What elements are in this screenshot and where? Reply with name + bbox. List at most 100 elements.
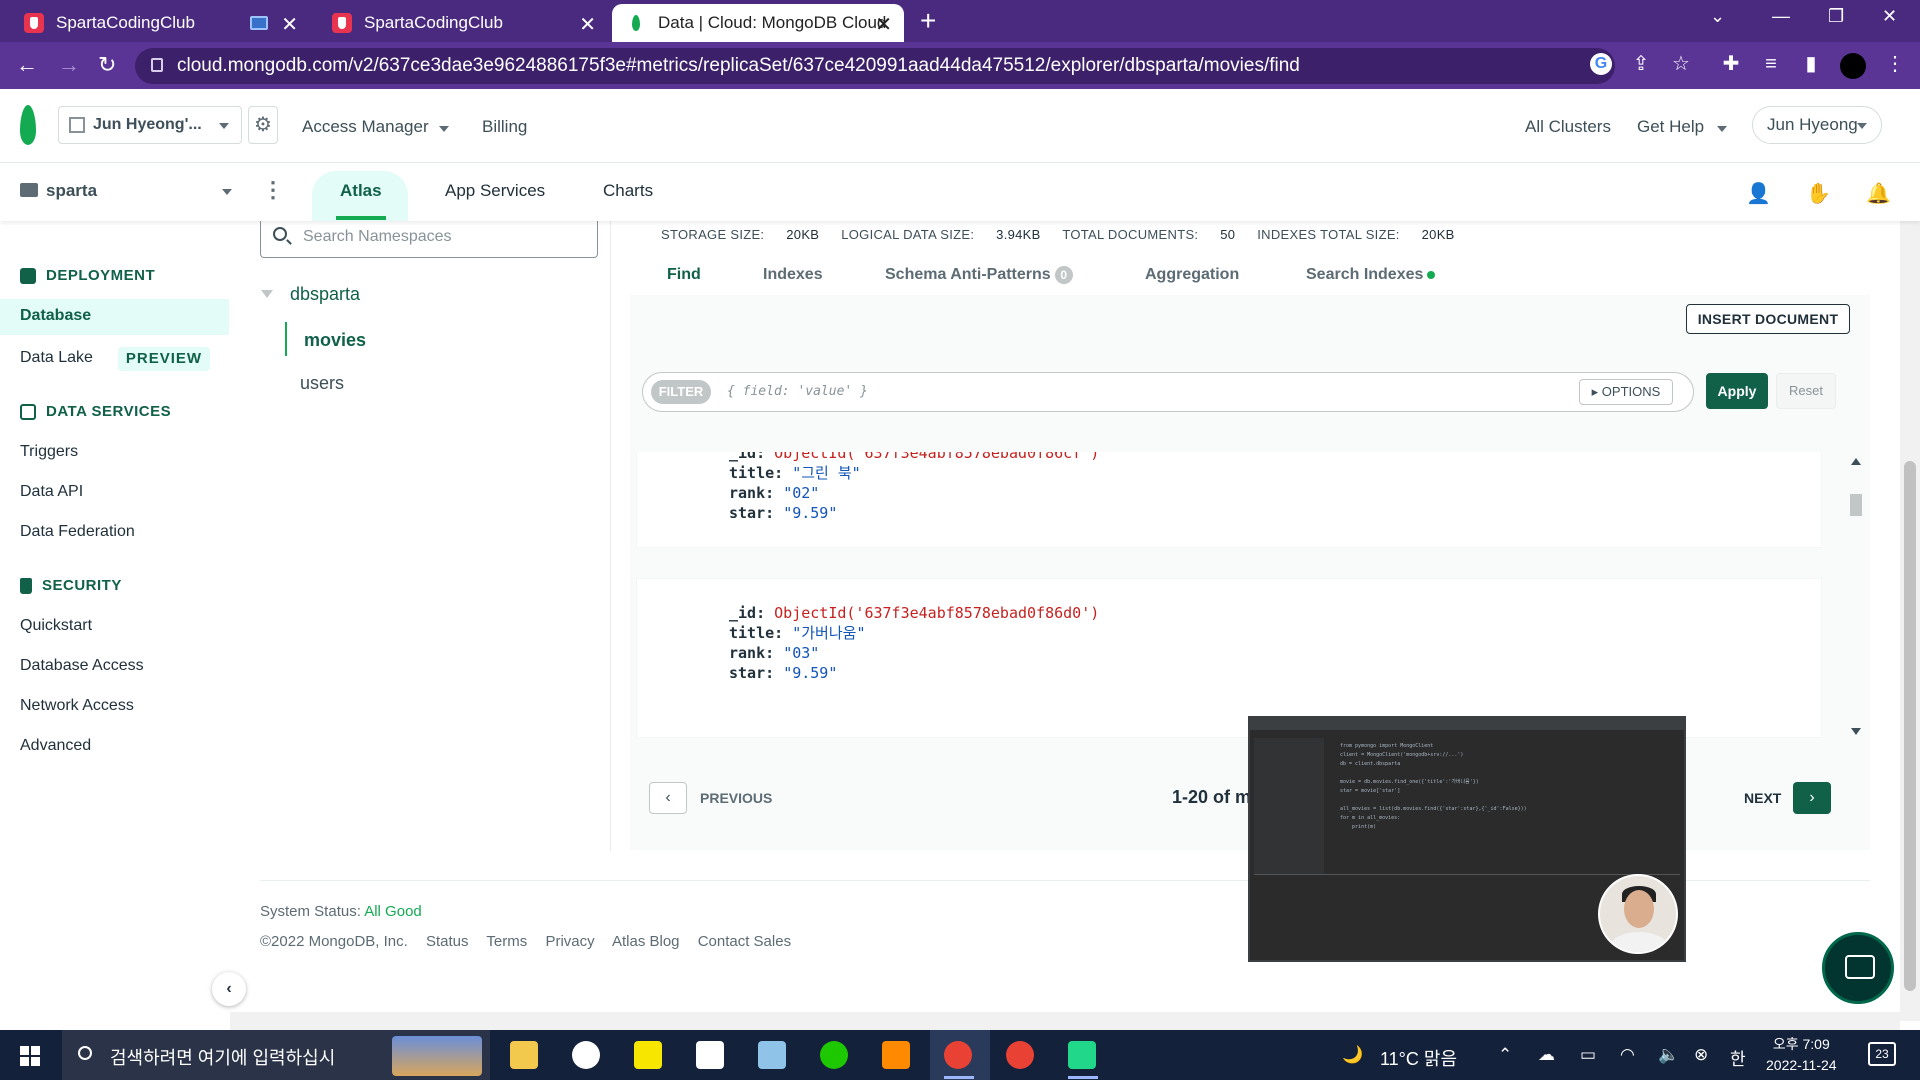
tab-app-services[interactable]: App Services (445, 181, 545, 201)
chrome-profile-icon[interactable] (1006, 1041, 1034, 1069)
tab-atlas[interactable]: Atlas (340, 181, 382, 201)
weather-moon-icon[interactable]: 🌙 (1342, 1045, 1363, 1065)
minimize-icon[interactable]: — (1772, 6, 1790, 27)
tab-charts[interactable]: Charts (603, 181, 653, 201)
tray-chevron-up-icon[interactable]: ⌃ (1498, 1045, 1512, 1065)
slack-icon[interactable] (572, 1041, 600, 1069)
footer-link-status[interactable]: Status (426, 933, 469, 950)
org-settings-gear-icon[interactable]: ⚙ (248, 106, 278, 144)
volume-icon[interactable]: 🔈 (1658, 1045, 1679, 1065)
pycharm-icon[interactable] (1068, 1041, 1096, 1069)
ime-indicator[interactable]: 한 (1730, 1045, 1746, 1070)
project-kebab-icon[interactable]: ⋮ (262, 177, 284, 203)
apply-button[interactable]: Apply (1706, 373, 1768, 409)
line-icon[interactable] (820, 1041, 848, 1069)
footer-link-contact-sales[interactable]: Contact Sales (698, 933, 791, 950)
url-field[interactable]: cloud.mongodb.com/v2/637ce3dae3e96248861… (135, 48, 1615, 84)
browser-menu-icon[interactable]: ⋮ (1884, 53, 1906, 75)
file-explorer-icon[interactable] (510, 1041, 538, 1069)
user-menu[interactable]: Jun Hyeong (1752, 106, 1882, 144)
footer-link-terms[interactable]: Terms (486, 933, 527, 950)
mute-x-icon[interactable]: ⊗ (1694, 1045, 1708, 1065)
sidebar-item-advanced[interactable]: Advanced (20, 737, 91, 755)
bookmark-star-icon[interactable]: ☆ (1670, 53, 1692, 75)
page-scroll-thumb[interactable] (1904, 461, 1916, 991)
collapse-caret-icon[interactable] (261, 290, 273, 298)
system-clock[interactable]: 오후 7:09 2022-11-24 (1766, 1034, 1837, 1076)
page-horizontal-scrollbar[interactable] (230, 1012, 1900, 1030)
presentation-app-icon[interactable] (882, 1041, 910, 1069)
reload-icon[interactable]: ↻ (98, 52, 116, 78)
access-manager-menu[interactable]: Access Manager (302, 117, 450, 137)
org-selector[interactable]: Jun Hyeong'... (58, 106, 242, 144)
tab-schema-anti-patterns[interactable]: Schema Anti-Patterns 0 (885, 266, 1073, 284)
namespace-database[interactable]: dbsparta (290, 284, 360, 305)
browser-tab-2[interactable]: SpartaCodingClub ✕ (318, 4, 608, 42)
browser-tab-active[interactable]: Data | Cloud: MongoDB Cloud ✕ (612, 4, 904, 42)
battery-icon[interactable]: ▭ (1580, 1045, 1596, 1065)
notion-icon[interactable] (696, 1041, 724, 1069)
browser-tab-1[interactable]: SpartaCodingClub ✕ (10, 4, 310, 42)
project-selector[interactable]: sparta (46, 181, 97, 201)
extensions-puzzle-icon[interactable]: ✚ (1720, 53, 1742, 75)
document-card[interactable]: _id: ObjectId('637f3e4abf8578ebad0f86cf'… (636, 452, 1822, 548)
footer-link-atlas-blog[interactable]: Atlas Blog (612, 933, 680, 950)
notification-center-icon[interactable]: 23 (1868, 1042, 1896, 1066)
sidebar-item-data-api[interactable]: Data API (20, 483, 83, 501)
page-scrollbar[interactable] (1900, 221, 1920, 1021)
footer-link-privacy[interactable]: Privacy (545, 933, 594, 950)
tab-search-chevron-icon[interactable]: ⌄ (1710, 6, 1725, 27)
options-button[interactable]: ▸ OPTIONS (1579, 379, 1673, 405)
notepad-icon[interactable] (758, 1041, 786, 1069)
reset-button[interactable]: Reset (1776, 373, 1836, 409)
share-icon[interactable]: ⇪ (1630, 53, 1652, 75)
mongodb-leaf-logo-icon[interactable] (20, 105, 36, 145)
sidebar-item-data-federation[interactable]: Data Federation (20, 523, 135, 541)
invite-user-icon[interactable]: 👤 (1746, 181, 1771, 205)
activity-feed-icon[interactable]: ✋ (1806, 181, 1831, 205)
sidebar-item-database[interactable]: Database (0, 299, 229, 335)
side-panel-icon[interactable]: ▮ (1800, 53, 1822, 75)
close-icon[interactable]: ✕ (875, 12, 892, 37)
notification-bell-icon[interactable]: 🔔 (1866, 181, 1891, 205)
sidebar-item-triggers[interactable]: Triggers (20, 443, 78, 461)
weather-text[interactable]: 11°C 맑음 (1380, 1045, 1457, 1071)
profile-avatar[interactable] (1840, 53, 1866, 79)
insert-document-button[interactable]: INSERT DOCUMENT (1686, 304, 1850, 334)
documents-scrollbar[interactable] (1848, 452, 1862, 744)
status-link[interactable]: All Good (364, 903, 422, 920)
new-tab-plus-icon[interactable]: + (920, 6, 936, 36)
wifi-icon[interactable]: ◠ (1620, 1045, 1635, 1065)
get-help-menu[interactable]: Get Help (1637, 117, 1727, 137)
scroll-down-arrow-icon[interactable] (1851, 728, 1861, 735)
forward-arrow-icon[interactable]: → (58, 52, 80, 78)
scroll-thumb[interactable] (1850, 494, 1862, 516)
scroll-up-arrow-icon[interactable] (1851, 458, 1861, 465)
tab-find[interactable]: Find (667, 266, 701, 284)
onedrive-cloud-icon[interactable]: ☁ (1538, 1045, 1555, 1065)
window-close-icon[interactable]: ✕ (1882, 6, 1897, 27)
kakaotalk-icon[interactable] (634, 1041, 662, 1069)
back-arrow-icon[interactable]: ← (16, 52, 38, 78)
namespace-collection-users[interactable]: users (300, 373, 344, 394)
namespace-collection-movies[interactable]: movies (304, 330, 366, 351)
filter-bar[interactable]: FILTER { field: 'value' } ▸ OPTIONS (642, 372, 1694, 412)
chrome-icon[interactable] (944, 1041, 972, 1069)
sidebar-item-database-access[interactable]: Database Access (20, 657, 144, 675)
google-icon[interactable]: G (1590, 53, 1612, 75)
sidebar-item-data-lake[interactable]: Data Lake (20, 349, 93, 367)
all-clusters-link[interactable]: All Clusters (1525, 117, 1611, 137)
next-page-button[interactable]: › (1793, 782, 1831, 814)
namespace-search-input[interactable]: Search Namespaces (260, 218, 598, 258)
sidebar-item-quickstart[interactable]: Quickstart (20, 617, 92, 635)
taskbar-search-box[interactable]: 검색하려면 여기에 입력하십시 (62, 1030, 490, 1080)
maximize-icon[interactable]: ❐ (1828, 6, 1844, 27)
support-chat-icon[interactable] (1822, 932, 1894, 1004)
close-icon[interactable]: ✕ (281, 12, 298, 37)
tab-search-indexes[interactable]: Search Indexes (1306, 266, 1436, 284)
billing-link[interactable]: Billing (482, 117, 527, 137)
document-card[interactable]: _id: ObjectId('637f3e4abf8578ebad0f86d0'… (636, 578, 1822, 738)
collapse-sidebar-chevron-icon[interactable]: ‹ (212, 972, 246, 1006)
previous-page-button[interactable]: ‹ (649, 782, 687, 814)
close-icon[interactable]: ✕ (579, 12, 596, 37)
